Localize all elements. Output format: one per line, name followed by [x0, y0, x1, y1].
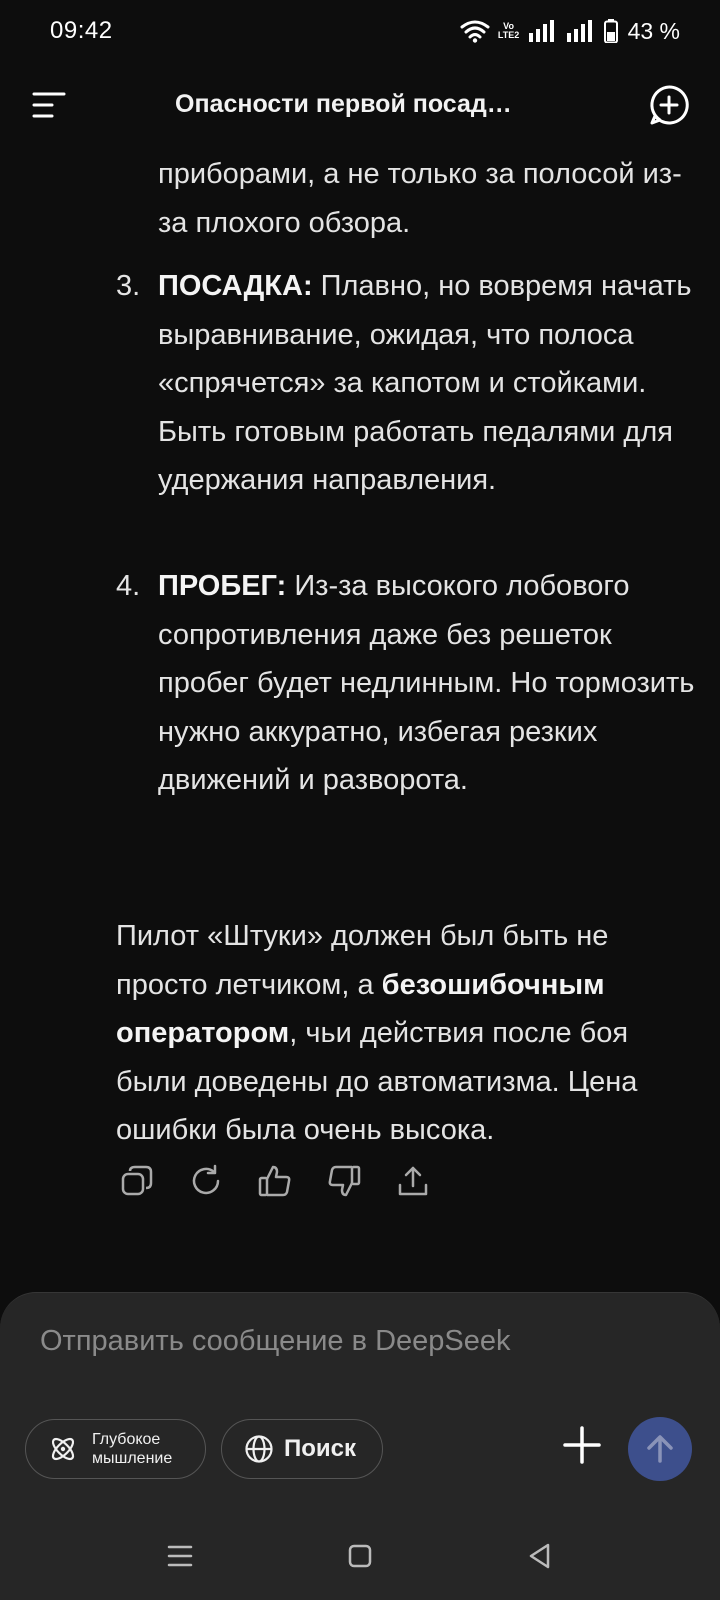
arrow-up-icon: [647, 1435, 673, 1463]
atom-icon: [51, 1437, 75, 1461]
message-input[interactable]: [40, 1319, 640, 1363]
system-navigation-bar: [0, 1520, 720, 1590]
list-heading: ПОСАДКА:: [158, 270, 313, 302]
back-button[interactable]: [516, 1532, 564, 1580]
app-header: Опасности первой посад…: [0, 76, 720, 134]
regenerate-button[interactable]: [187, 1162, 225, 1200]
list-number: 3.: [116, 270, 141, 302]
signal-strength-2-icon: [566, 20, 592, 42]
list-body: ПРОБЕГ: Из-за высокого лобового сопротив…: [158, 562, 706, 805]
continued-text: приборами, а не только за полосой из-за …: [158, 158, 682, 239]
screen: 09:42 Vo LTE2 43 % Опасности первой поса…: [0, 0, 720, 1600]
volte-bottom: LTE2: [497, 30, 520, 40]
thumbs-down-icon: [328, 1165, 361, 1197]
conclusion-paragraph: Пилот «Штуки» должен был быть не просто …: [116, 912, 686, 1155]
chat-title[interactable]: Опасности первой посад…: [175, 90, 512, 119]
message-content: приборами, а не только за полосой из-за …: [0, 150, 720, 1260]
thumbs-up-icon: [258, 1165, 291, 1197]
like-button[interactable]: [256, 1162, 294, 1200]
share-icon: [398, 1166, 428, 1196]
battery-icon: [603, 19, 618, 43]
deep-think-toggle[interactable]: Глубокое мышление: [25, 1419, 206, 1479]
status-icons: Vo LTE2 43 %: [460, 16, 680, 46]
search-label: Поиск: [284, 1435, 357, 1462]
search-toggle[interactable]: Поиск: [221, 1419, 383, 1479]
globe-icon: [245, 1435, 273, 1463]
deep-think-line1: Глубокое: [92, 1431, 161, 1448]
list-text: Плавно, но вовремя начать выравнивание, …: [158, 270, 692, 496]
dislike-button[interactable]: [325, 1162, 363, 1200]
status-time: 09:42: [50, 17, 113, 44]
home-icon: [348, 1544, 372, 1568]
list-heading: ПРОБЕГ:: [158, 570, 287, 602]
status-bar: 09:42 Vo LTE2 43 %: [0, 0, 720, 64]
recent-apps-button[interactable]: [156, 1532, 204, 1580]
copy-icon: [121, 1165, 153, 1196]
copy-button[interactable]: [118, 1162, 156, 1200]
home-button[interactable]: [336, 1532, 384, 1580]
list-text: Из-за высокого лобового сопротивления да…: [158, 570, 695, 796]
menu-icon[interactable]: [30, 90, 70, 120]
new-chat-icon[interactable]: [648, 84, 690, 126]
deep-think-label: Глубокое мышление: [92, 1430, 172, 1468]
deep-think-line2: мышление: [92, 1450, 173, 1467]
regenerate-icon: [192, 1164, 220, 1195]
message-actions: [118, 1162, 432, 1202]
volte-icon: Vo LTE2: [498, 22, 520, 40]
recent-apps-icon: [167, 1545, 193, 1567]
list-number: 4.: [116, 570, 141, 602]
attach-plus-icon[interactable]: [562, 1425, 602, 1465]
send-button[interactable]: [628, 1417, 692, 1481]
share-button[interactable]: [394, 1162, 432, 1200]
signal-strength-icon: [528, 20, 554, 42]
list-body: ПОСАДКА: Плавно, но вовремя начать вырав…: [158, 262, 706, 505]
battery-percent: 43 %: [627, 17, 680, 44]
wifi-icon: [460, 20, 490, 43]
back-icon: [529, 1543, 550, 1569]
